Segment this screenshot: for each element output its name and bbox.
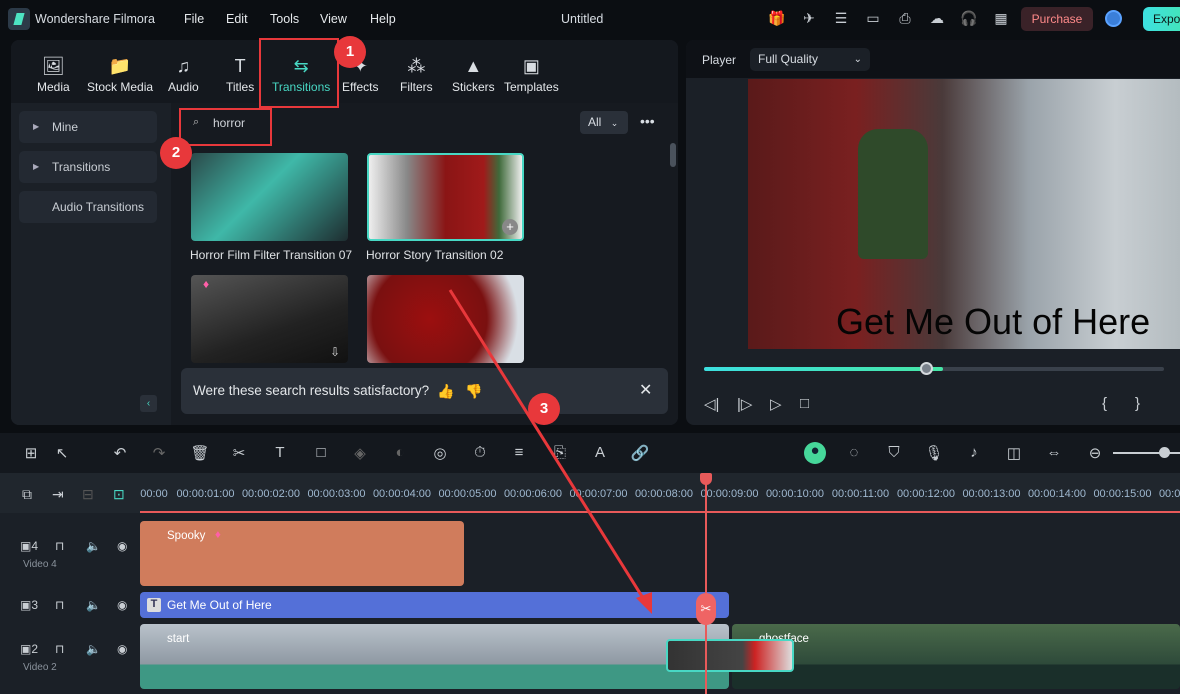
- annotation-arrow: [448, 289, 652, 614]
- annotation-badge-3: 3: [528, 393, 560, 425]
